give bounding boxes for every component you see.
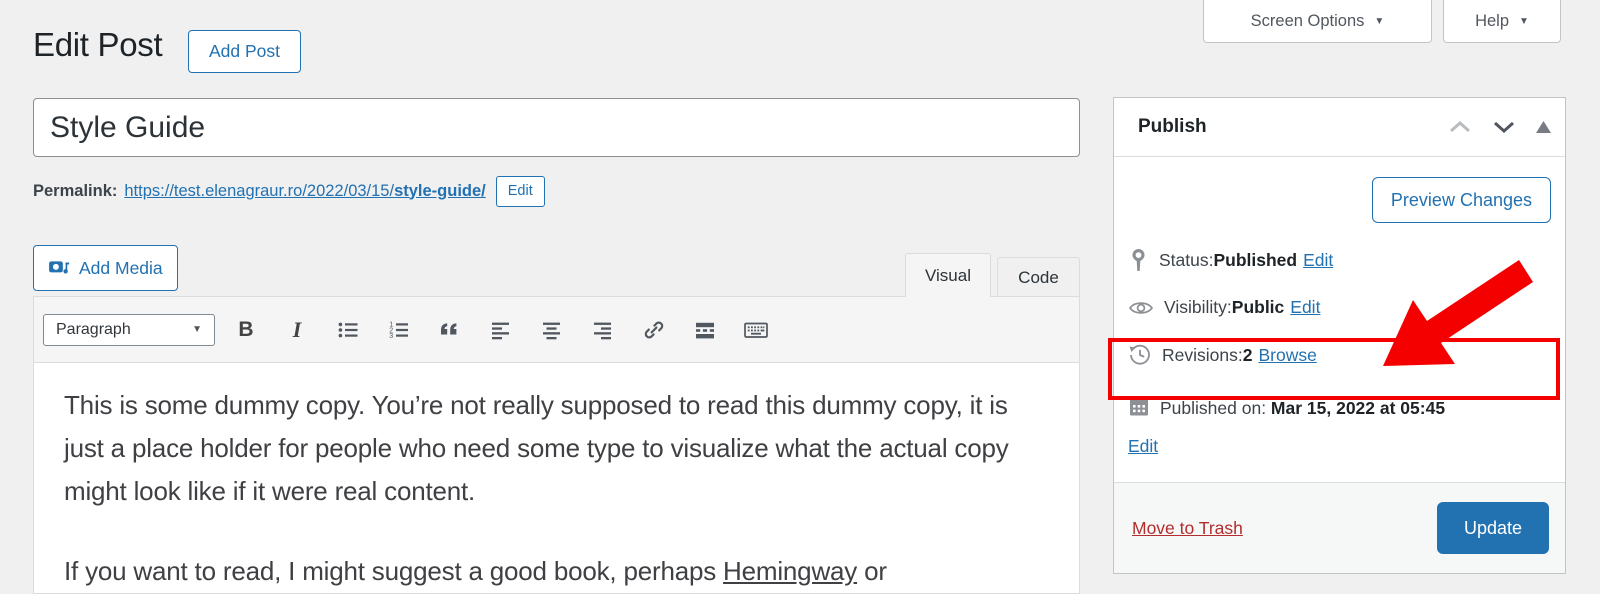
italic-button[interactable]: I [282,313,312,347]
add-media-label: Add Media [79,257,163,278]
move-down-icon[interactable] [1492,119,1516,135]
move-to-trash-link[interactable]: Move to Trash [1132,518,1243,539]
publish-panel-header[interactable]: Publish [1114,98,1565,157]
align-left-button[interactable] [486,313,516,347]
more-tag-button[interactable] [690,313,720,347]
tab-visual[interactable]: Visual [905,253,991,297]
publishing-actions: Move to Trash Update [1114,482,1565,573]
permalink-link[interactable]: https://test.elenagraur.ro/2022/03/15/st… [124,182,485,201]
align-center-button[interactable] [537,313,567,347]
content-paragraph-2: If you want to read, I might suggest a g… [64,556,887,586]
content-paragraph-1: This is some dummy copy. You’re not real… [64,390,1009,506]
published-on-label: Published on: [1160,398,1271,418]
visibility-row: Visibility: Public Edit [1128,297,1551,318]
help-button[interactable]: Help ▼ [1443,0,1561,43]
bulleted-list-button[interactable] [333,313,363,347]
media-icon [48,257,70,279]
move-up-icon[interactable] [1448,119,1472,135]
keyboard-shortcuts-icon [744,322,768,338]
block-format-value: Paragraph [56,320,131,338]
published-on-value: Mar 15, 2022 at 05:45 [1270,398,1446,418]
update-button[interactable]: Update [1437,502,1549,554]
status-row: Status: Published Edit [1128,248,1551,272]
bold-icon: B [238,317,254,341]
status-edit-link[interactable]: Edit [1303,250,1333,271]
published-on-edit-link[interactable]: Edit [1128,436,1158,456]
add-media-button[interactable]: Add Media [33,245,178,291]
visibility-eye-icon [1128,299,1154,317]
publish-panel: Publish Preview Changes Status: Publishe… [1113,97,1566,574]
revisions-browse-link[interactable]: Browse [1258,345,1316,366]
chevron-down-icon: ▼ [192,324,202,335]
calendar-icon [1128,394,1150,428]
collapse-toggle-icon[interactable] [1536,121,1551,133]
keyboard-shortcuts-button[interactable] [741,313,771,347]
add-post-button[interactable]: Add Post [188,30,302,73]
chevron-down-icon: ▼ [1374,15,1385,27]
align-right-icon [594,322,611,339]
editor-toolbar: Paragraph ▼ B I 1 2 3 [33,296,1080,363]
revisions-row: Revisions: 2 Browse [1128,343,1551,367]
screen-options-label: Screen Options [1250,11,1365,30]
svg-text:3: 3 [389,333,393,340]
visibility-value: Public [1231,297,1285,317]
link-icon [644,321,664,338]
revisions-history-icon [1128,343,1152,367]
align-right-button[interactable] [588,313,618,347]
preview-changes-button[interactable]: Preview Changes [1371,177,1551,223]
more-tag-icon [696,322,714,338]
numbered-list-icon: 1 2 3 [389,321,408,340]
bold-button[interactable]: B [231,313,261,347]
bulleted-list-icon [338,322,358,337]
screen-options-button[interactable]: Screen Options ▼ [1203,0,1432,43]
align-left-icon [492,322,509,339]
hemingway-link[interactable]: Hemingway [723,556,857,586]
status-label: Status: [1159,249,1214,270]
block-format-select[interactable]: Paragraph ▼ [43,313,215,346]
post-title-input[interactable] [33,98,1080,157]
link-button[interactable] [639,313,669,347]
blockquote-icon [441,322,457,334]
chevron-down-icon: ▼ [1519,15,1529,27]
permalink-label: Permalink: [33,181,118,200]
help-label: Help [1475,11,1510,30]
editor-content-area[interactable]: This is some dummy copy. You’re not real… [33,362,1080,594]
visibility-label: Visibility: [1164,297,1232,317]
published-on-row: Published on: Mar 15, 2022 at 05:45 Edit [1128,392,1551,462]
status-pin-icon [1128,248,1149,272]
page-title: Edit Post [33,26,163,63]
blockquote-button[interactable] [435,313,465,347]
permalink-edit-button[interactable]: Edit [495,175,545,207]
publish-panel-title: Publish [1138,116,1207,137]
visibility-edit-link[interactable]: Edit [1290,297,1320,318]
italic-icon: I [292,316,302,342]
align-center-icon [543,322,560,339]
permalink: Permalink: https://test.elenagraur.ro/20… [33,174,545,208]
revisions-count: 2 [1242,344,1253,365]
tab-code[interactable]: Code [997,257,1080,297]
permalink-slug[interactable]: style-guide/ [394,182,486,200]
status-value: Published [1213,249,1298,270]
revisions-label: Revisions: [1162,344,1243,365]
numbered-list-button[interactable]: 1 2 3 [384,313,414,347]
